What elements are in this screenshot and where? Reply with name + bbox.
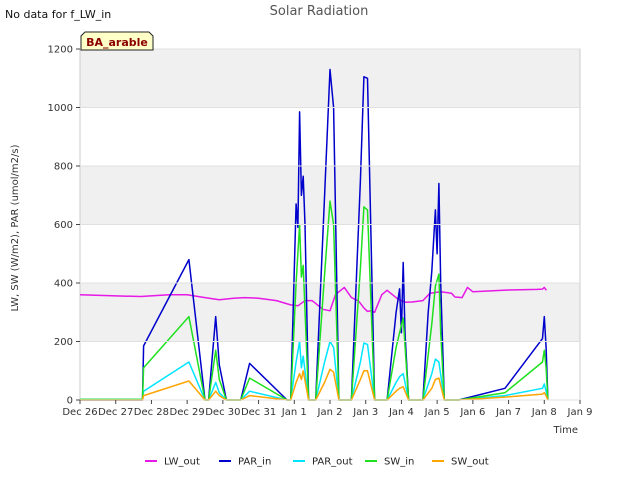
x-tick-label: Dec 26 bbox=[62, 407, 97, 418]
no-data-notice: No data for f_LW_in bbox=[5, 8, 111, 21]
x-tick-label: Dec 30 bbox=[205, 407, 240, 418]
x-tick-label: Dec 29 bbox=[170, 407, 205, 418]
series-line-par-in bbox=[80, 68, 549, 401]
y-tick-label: 400 bbox=[54, 279, 73, 290]
y-tick-label: 600 bbox=[54, 220, 73, 231]
x-tick-label: Dec 27 bbox=[98, 407, 133, 418]
legend-label-sw-out: SW_out bbox=[451, 457, 489, 468]
series-lines bbox=[79, 68, 549, 401]
x-tick-label: Jan 7 bbox=[495, 407, 521, 418]
series-line-par-out bbox=[80, 340, 549, 401]
x-tick-label: Jan 5 bbox=[424, 407, 450, 418]
legend-label-lw-out: LW_out bbox=[164, 457, 200, 468]
x-tick-label: Jan 9 bbox=[567, 407, 593, 418]
y-axis-title: LW, SW (W/m2), PAR (umol/m2/s) bbox=[10, 144, 21, 311]
x-tick-label: Jan 4 bbox=[388, 407, 414, 418]
x-tick-label: Dec 28 bbox=[134, 407, 169, 418]
legend-label-par-in: PAR_in bbox=[238, 457, 271, 468]
site-badge: BA_arable bbox=[80, 31, 154, 51]
y-tick-label: 1000 bbox=[48, 103, 73, 114]
solar-radiation-chart: 020040060080010001200Dec 26 Dec 27 Dec 28 D… bbox=[5, 4, 593, 468]
x-tick-label: Jan 2 bbox=[317, 407, 343, 418]
chart-title: Solar Radiation bbox=[270, 4, 369, 19]
plot-bands bbox=[80, 49, 580, 342]
legend-label-par-out: PAR_out bbox=[312, 457, 353, 468]
site-badge-label: BA_arable bbox=[86, 36, 148, 49]
x-tick-label: Jan 6 bbox=[459, 407, 485, 418]
plot-band-0 bbox=[80, 283, 580, 342]
x-tick-label: Jan 3 bbox=[352, 407, 378, 418]
legend-label-sw-in: SW_in bbox=[384, 457, 414, 468]
y-tick-label: 200 bbox=[54, 337, 73, 348]
y-tick-label: 0 bbox=[67, 396, 73, 407]
x-axis-title: Time bbox=[553, 425, 578, 436]
x-tick-label: Jan 8 bbox=[531, 407, 557, 418]
x-tick-label: Jan 1 bbox=[281, 407, 307, 418]
y-tick-label: 1200 bbox=[48, 45, 73, 56]
y-tick-label: 800 bbox=[54, 162, 73, 173]
plot-band-1 bbox=[80, 166, 580, 225]
legend: LW_out PAR_in PAR_out SW_in SW_out bbox=[145, 457, 489, 468]
x-tick-label: Dec 31 bbox=[241, 407, 276, 418]
